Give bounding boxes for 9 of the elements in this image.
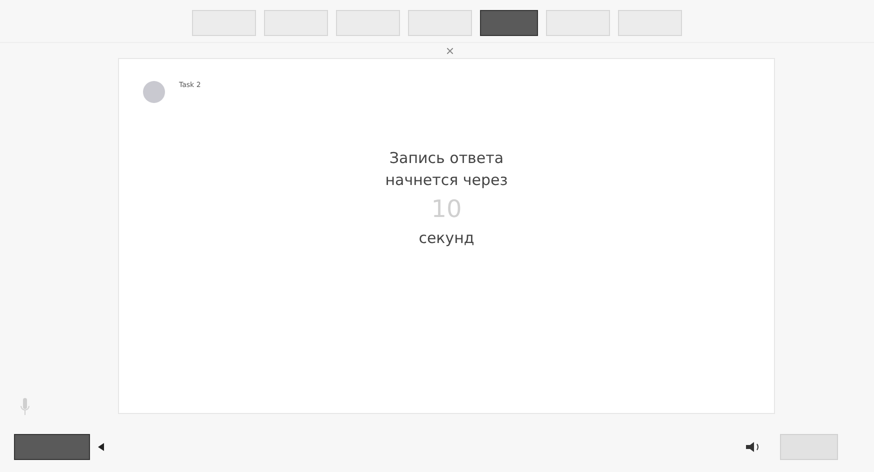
left-arrow-icon[interactable] (98, 443, 104, 451)
countdown-unit: секунд (418, 228, 474, 249)
tab[interactable] (480, 10, 538, 36)
countdown-text: Запись ответа (389, 148, 504, 169)
microphone-icon (20, 398, 30, 416)
countdown-text: начнется через (385, 170, 508, 191)
record-button[interactable] (14, 434, 90, 460)
next-button[interactable] (780, 434, 838, 460)
close-icon[interactable] (447, 48, 453, 54)
